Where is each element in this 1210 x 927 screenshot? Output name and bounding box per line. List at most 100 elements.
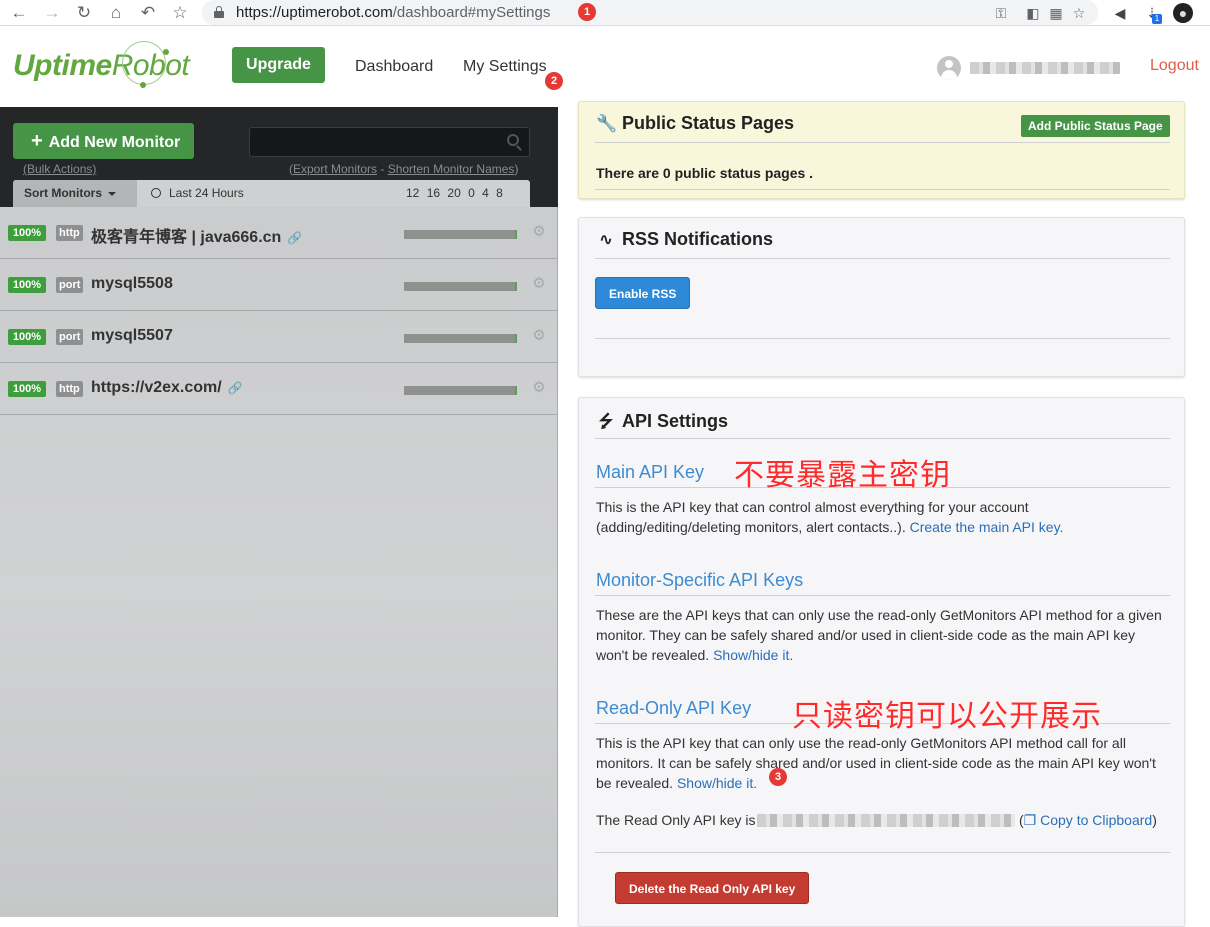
monitor-type-badge: http [56,225,83,241]
wrench-icon: 🔧 [596,114,618,133]
redacted-username [970,62,1120,74]
uptime-bar [404,230,517,239]
marker-3: 3 [769,768,787,786]
uptime-badge: 100% [8,329,46,345]
readonly-key-line: The Read Only API key is [596,812,756,828]
monitor-row[interactable]: 100% port mysql5508 ⚙ [0,259,558,311]
gear-icon[interactable]: ⚙ [531,380,547,396]
monitor-name[interactable]: mysql5507 [91,327,173,345]
monitor-name[interactable]: 极客青年博客 | java666.cn 🔗 [91,223,302,247]
settings-panel: 🔧 Public Status Pages Add Public Status P… [559,101,1210,927]
link-icon[interactable]: 🔗 [287,231,302,245]
address-bar[interactable]: https://uptimerobot.com/dashboard#mySett… [202,0,1098,25]
gear-icon[interactable]: ⚙ [531,276,547,292]
uptime-bar [404,334,517,343]
browser-toolbar: ← → ↻ ⌂ ↶ ☆ https://uptimerobot.com/dash… [0,0,1210,26]
upgrade-button[interactable]: Upgrade [232,47,325,83]
monitor-keys-show-hide-link[interactable]: Show/hide it. [713,647,793,663]
nav-my-settings[interactable]: My Settings [463,58,547,76]
uptime-bar [404,386,517,395]
add-public-status-page-button[interactable]: Add Public Status Page [1021,115,1170,137]
link-icon[interactable]: 🔗 [228,381,243,395]
monitor-name[interactable]: https://v2ex.com/🔗 [91,379,243,397]
reload-icon[interactable]: ↻ [74,3,94,23]
star-icon[interactable]: ☆ [1070,4,1088,22]
delete-readonly-key-button[interactable]: Delete the Read Only API key [615,872,810,904]
monitor-api-keys-text: These are the API keys that can only use… [596,607,1162,663]
copy-to-clipboard-link[interactable]: Copy to Clipboard [1040,812,1152,828]
forward-icon[interactable]: → [42,3,62,23]
gear-icon[interactable]: ⚙ [531,328,547,344]
uptime-bar [404,282,517,291]
redacted-api-key [757,814,1015,827]
shorten-names-link[interactable]: Shorten Monitor Names [388,162,515,176]
readonly-api-key-heading: Read-Only API Key [596,698,752,718]
copy-clipboard-wrap: (❐ Copy to Clipboard) [1019,812,1157,828]
undo-icon[interactable]: ↶ [138,3,158,23]
user-avatar-icon[interactable] [937,56,961,80]
marker-1: 1 [578,3,596,21]
add-new-monitor-button[interactable]: + Add New Monitor [13,123,194,159]
monitor-name[interactable]: mysql5508 [91,275,173,293]
monitor-type-badge: http [56,381,83,397]
bolt-icon: ⭍ [598,412,614,431]
logo-dot-decoration [163,49,169,55]
gear-icon[interactable]: ⚙ [531,224,547,240]
home-icon[interactable]: ⌂ [106,3,126,23]
key-icon[interactable]: ⚿ [992,4,1010,22]
logo-ring-decoration [122,41,166,85]
main-api-key-text: This is the API key that can control alm… [596,499,1064,535]
uptime-badge: 100% [8,277,46,293]
logo-dot-decoration [140,82,146,88]
main-api-key-heading: Main API Key [596,462,705,482]
back-icon[interactable]: ← [9,3,29,23]
monitor-row[interactable]: 100% port mysql5507 ⚙ [0,311,558,363]
plus-icon: + [31,130,43,152]
status-pages-empty-text: There are 0 public status pages . [596,165,814,181]
sort-bar: Sort Monitors Last 24 Hours 12 16 20 0 4… [13,180,530,207]
uptime-badge: 100% [8,225,46,241]
monitor-toolbar: + Add New Monitor (Bulk Actions) (Export … [0,107,558,207]
monitor-search-input[interactable] [249,127,530,157]
uptime-badge: 100% [8,381,46,397]
monitor-row[interactable]: 100% http 极客青年博客 | java666.cn 🔗 ⚙ [0,207,558,259]
sort-monitors-dropdown[interactable]: Sort Monitors [13,180,137,207]
lock-icon [214,6,224,18]
api-settings-title: ⭍ API Settings [596,409,728,438]
speaker-icon[interactable]: ◀ [1110,3,1130,23]
enable-rss-button[interactable]: Enable RSS [595,277,691,309]
monitor-list-panel: + Add New Monitor (Bulk Actions) (Export … [0,107,558,917]
rss-title: ∿ RSS Notifications [596,229,773,250]
monitor-api-keys-heading: Monitor-Specific API Keys [596,570,804,590]
bulk-actions-link[interactable]: (Bulk Actions) [23,162,96,176]
nav-dashboard[interactable]: Dashboard [355,58,433,76]
annotation-main-key: 不要暴露主密钥 [734,458,951,493]
site-header: UptimeRobot Upgrade Dashboard My Setting… [0,27,1210,107]
translate-icon[interactable]: ◧ [1024,4,1042,22]
clock-icon [151,188,161,198]
monitor-type-badge: port [56,277,84,293]
marker-2: 2 [545,72,563,90]
logout-link[interactable]: Logout [1150,57,1199,75]
profile-icon[interactable]: ● [1173,3,1193,23]
monitor-row[interactable]: 100% http https://v2ex.com/🔗 ⚙ [0,363,558,415]
readonly-key-show-hide-link[interactable]: Show/hide it. [677,775,757,791]
hour-ticks: 12 16 20 0 4 8 [406,186,503,200]
annotation-readonly-key: 只读密钥可以公开展示 [792,699,1102,734]
readonly-api-key-text: This is the API key that can only use th… [596,735,1156,791]
status-pages-card: 🔧 Public Status Pages Add Public Status P… [578,101,1185,199]
rss-card: ∿ RSS Notifications Enable RSS [578,217,1185,377]
chevron-down-icon [108,191,116,196]
export-monitors-link[interactable]: Export Monitors [293,162,377,176]
bookmark-star-icon[interactable]: ☆ [170,3,190,23]
monitor-type-badge: port [56,329,84,345]
rss-icon: ∿ [598,230,614,249]
copy-icon[interactable]: ❐ [1024,812,1040,828]
downloads-badge: 1 [1152,14,1162,24]
qr-code-icon[interactable]: ▦ [1047,4,1065,22]
create-main-api-key-link[interactable]: Create the main API key. [910,519,1064,535]
export-links: (Export Monitors - Shorten Monitor Names… [289,162,519,176]
status-pages-title: 🔧 Public Status Pages [596,113,795,133]
url-text[interactable]: https://uptimerobot.com/dashboard#mySett… [236,4,550,21]
time-period-label: Last 24 Hours [151,180,244,207]
